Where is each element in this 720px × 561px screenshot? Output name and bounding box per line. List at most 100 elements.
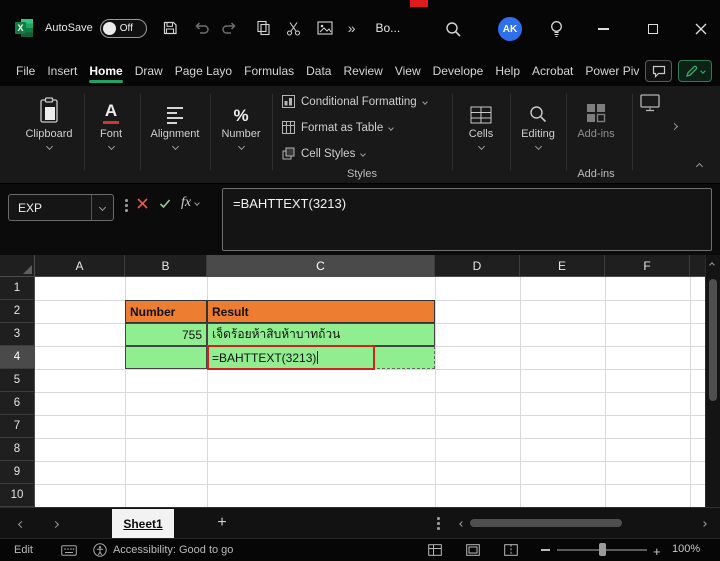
tab-acrobat[interactable]: Acrobat [526,56,579,86]
row-header-8[interactable]: 8 [0,438,35,461]
tab-power-pivot[interactable]: Power Piv [579,56,645,86]
row-header-1[interactable]: 1 [0,277,35,300]
column-header-a[interactable]: A [35,255,125,276]
ribbon-group-clipboard[interactable]: Clipboard [19,94,79,149]
cell-C4[interactable]: =BAHTTEXT(3213) [207,346,435,369]
sheet-tab-sheet1[interactable]: Sheet1 [112,509,174,539]
confirm-entry-button[interactable] [159,198,171,209]
tab-page-layout[interactable]: Page Layo [169,56,238,86]
vertical-scrollbar-thumb[interactable] [709,279,717,401]
column-header-c[interactable]: C [207,255,435,276]
formula-input[interactable]: =BAHTTEXT(3213) [222,188,712,251]
zoom-out-button[interactable] [541,549,550,551]
tab-insert[interactable]: Insert [41,56,83,86]
chevron-down-icon [171,143,178,150]
ribbon-group-cells[interactable]: Cells [456,94,506,149]
avatar[interactable]: AK [498,17,522,41]
column-header-e[interactable]: E [520,255,605,276]
close-button[interactable] [688,16,714,42]
ribbon-tab-bar: File Insert Home Draw Page Layo Formulas… [0,56,720,86]
name-box-dropdown[interactable] [91,195,113,220]
share-button[interactable] [678,60,712,82]
tab-home[interactable]: Home [83,56,128,86]
cell-B2[interactable]: Number [125,300,207,323]
horizontal-scrollbar-thumb[interactable] [470,519,622,527]
chevron-down-icon [477,143,484,150]
row-header-9[interactable]: 9 [0,461,35,484]
add-sheet-button[interactable]: + [213,514,231,532]
column-header-d[interactable]: D [435,255,520,276]
accessibility-status[interactable]: Accessibility: Good to go [93,543,233,557]
row-header-2[interactable]: 2 [0,300,35,323]
page-layout-view-button[interactable] [466,544,480,556]
cell-B3[interactable]: 755 [125,323,207,346]
tab-developer[interactable]: Develope [427,56,490,86]
save-button[interactable] [159,16,181,40]
search-icon[interactable] [440,16,466,42]
tab-file[interactable]: File [10,56,41,86]
row-header-4[interactable]: 4 [0,346,35,369]
excel-logo-icon[interactable]: X [13,17,35,39]
ribbon-group-number[interactable]: % Number [214,94,268,149]
row-header-5[interactable]: 5 [0,369,35,392]
copy-button[interactable] [253,16,275,40]
ribbon-group-addins[interactable]: Add-ins [568,94,624,140]
zoom-slider[interactable] [557,549,647,551]
insert-function-button[interactable]: fx [181,195,199,211]
minimize-button[interactable] [590,16,616,42]
sheet-nav-left-icon[interactable] [14,517,28,531]
picture-button[interactable] [314,16,336,40]
cell-C2[interactable]: Result [207,300,435,323]
tab-help[interactable]: Help [489,56,526,86]
comments-button[interactable] [645,60,672,82]
mode-indicator[interactable]: Edit [14,544,33,556]
maximize-button[interactable] [640,16,666,42]
ribbon-scroll-right-icon[interactable] [671,123,678,130]
zoom-in-button[interactable]: + [653,544,661,559]
redo-button[interactable] [219,16,241,40]
tab-data[interactable]: Data [300,56,337,86]
row-header-6[interactable]: 6 [0,392,35,415]
ribbon-group-alignment[interactable]: Alignment [144,94,206,149]
formula-bar-options-icon[interactable] [125,199,128,212]
ribbon-group-separator [84,94,85,170]
collapse-ribbon-icon[interactable] [696,163,703,170]
hscroll-right-icon[interactable] [697,517,711,531]
cancel-entry-button[interactable] [137,198,148,209]
autosave-toggle[interactable]: Off [100,19,147,38]
keyboard-icon[interactable] [61,545,77,556]
analyze-data-icon[interactable] [640,94,660,117]
select-all-button[interactable] [0,255,35,276]
cut-button[interactable] [283,16,305,40]
row-header-7[interactable]: 7 [0,415,35,438]
row-header-3[interactable]: 3 [0,323,35,346]
cell-styles-button[interactable]: Cell Styles [282,147,365,160]
vertical-scrollbar[interactable] [705,255,720,507]
column-header-f[interactable]: F [605,255,690,276]
ribbon-group-font[interactable]: A Font [88,94,134,149]
zoom-level[interactable]: 100% [672,543,700,555]
sheet-nav-right-icon[interactable] [48,517,62,531]
undo-button[interactable] [191,16,213,40]
cell-C3[interactable]: เจ็ดร้อยห้าสิบห้าบาทถ้วน [207,323,435,346]
quick-access-overflow[interactable]: » [348,20,356,36]
sheet-options-icon[interactable] [437,517,440,530]
format-as-table-button[interactable]: Format as Table [282,121,393,134]
column-header-b[interactable]: B [125,255,207,276]
tab-draw[interactable]: Draw [129,56,169,86]
scroll-up-icon[interactable] [709,262,715,268]
worksheet-grid[interactable]: Number Result 755 เจ็ดร้อยห้าสิบห้าบาทถ้… [35,277,705,507]
cell-B4[interactable] [125,346,207,369]
row-header-10[interactable]: 10 [0,484,35,507]
tab-view[interactable]: View [389,56,427,86]
hscroll-left-icon[interactable] [455,517,469,531]
normal-view-button[interactable] [428,544,442,556]
tab-review[interactable]: Review [337,56,388,86]
page-break-view-button[interactable] [504,544,518,556]
conditional-formatting-button[interactable]: Conditional Formatting [282,95,427,108]
ribbon-group-editing[interactable]: Editing [512,94,564,149]
tab-formulas[interactable]: Formulas [238,56,300,86]
name-box[interactable]: EXP [8,194,114,221]
lightbulb-icon[interactable] [543,16,569,42]
zoom-slider-thumb[interactable] [599,543,606,556]
